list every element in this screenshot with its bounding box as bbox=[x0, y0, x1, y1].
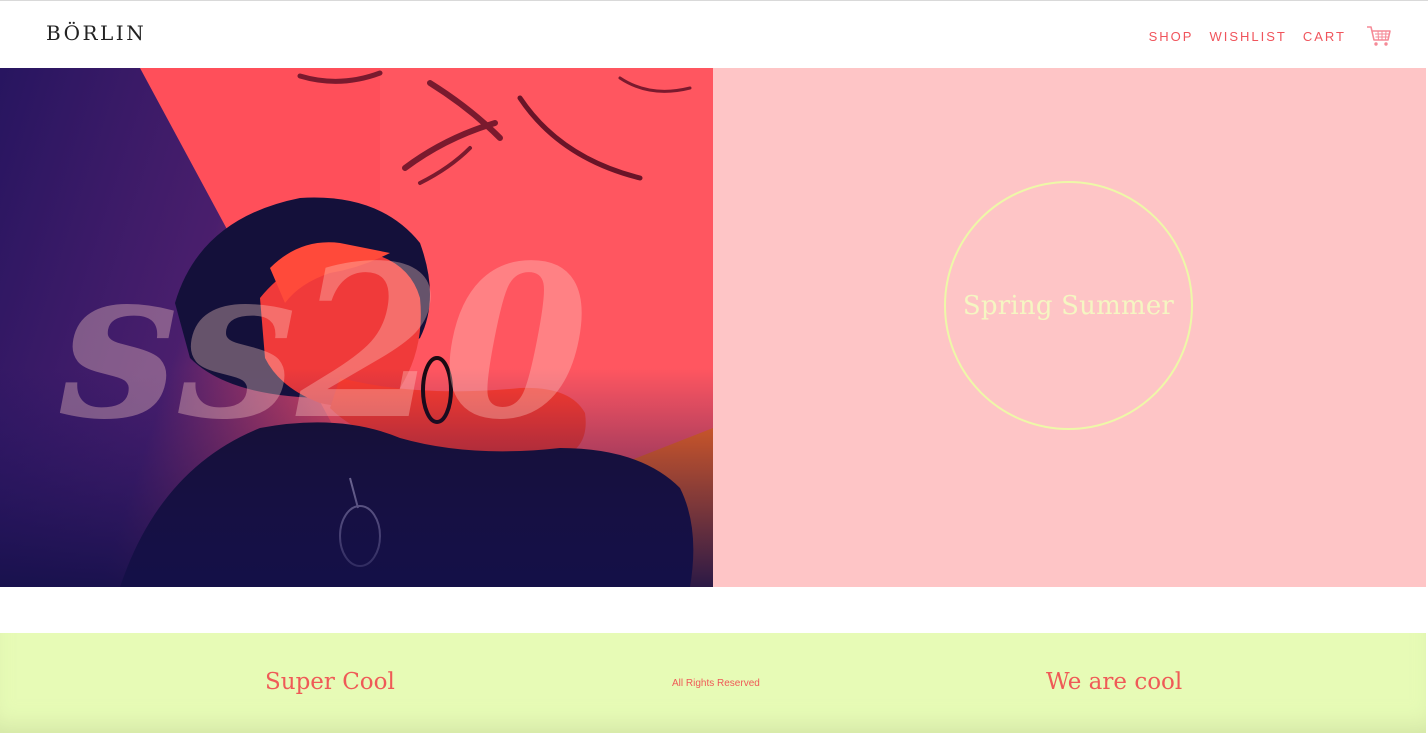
shopping-cart-icon-graphic bbox=[1367, 26, 1391, 46]
footer-right-text: We are cool bbox=[1046, 669, 1183, 695]
site-header: BÖRLIN SHOP WISHLIST CART bbox=[0, 1, 1426, 68]
hero-panel: Spring Summer bbox=[713, 68, 1426, 587]
shopping-cart-icon[interactable] bbox=[1366, 25, 1392, 47]
hero-section: ss20 Spring Summer bbox=[0, 68, 1426, 587]
footer-left-text: Super Cool bbox=[265, 669, 395, 695]
season-circle-button[interactable]: Spring Summer bbox=[944, 181, 1193, 430]
season-label: Spring Summer bbox=[962, 290, 1175, 321]
brand-logo[interactable]: BÖRLIN bbox=[46, 21, 146, 45]
hero-image: ss20 bbox=[0, 68, 713, 587]
page: BÖRLIN SHOP WISHLIST CART ss20 Spring Su… bbox=[0, 0, 1428, 733]
main-nav: SHOP WISHLIST CART bbox=[1133, 25, 1392, 47]
site-footer: Super Cool All Rights Reserved We are co… bbox=[0, 633, 1426, 733]
nav-shop-link[interactable]: SHOP bbox=[1149, 29, 1194, 44]
hero-photo-illustration: ss20 bbox=[0, 68, 713, 587]
nav-cart-link[interactable]: CART bbox=[1303, 29, 1346, 44]
footer-copyright: All Rights Reserved bbox=[672, 678, 760, 689]
hero-overlay-text: ss20 bbox=[59, 219, 589, 466]
nav-wishlist-link[interactable]: WISHLIST bbox=[1209, 29, 1286, 44]
